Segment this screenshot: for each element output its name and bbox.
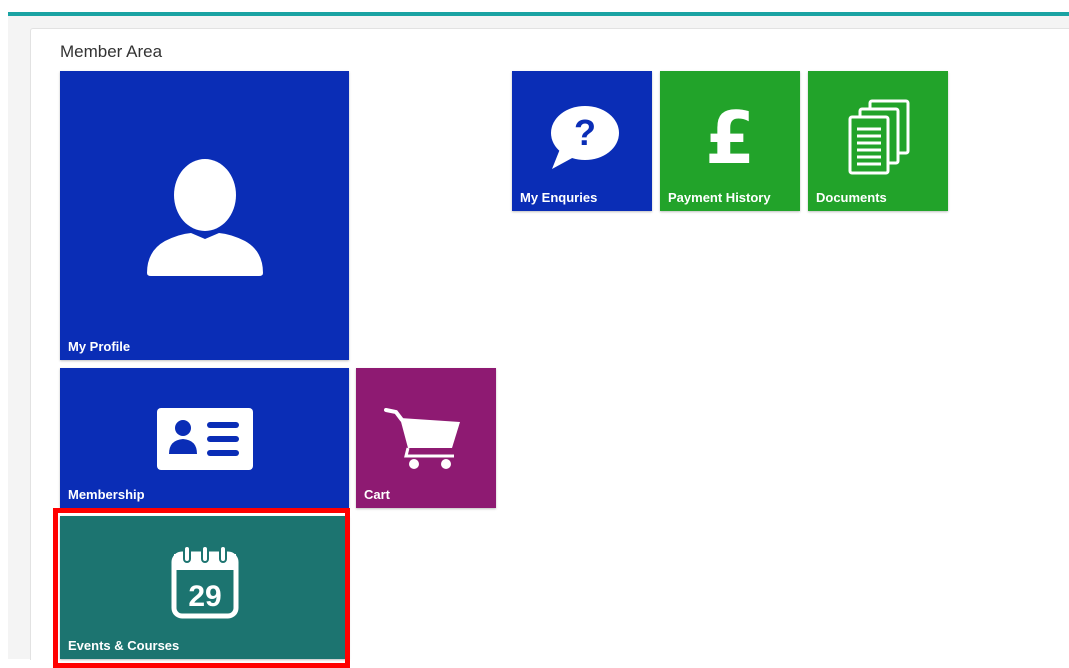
shopping-cart-icon xyxy=(384,406,464,470)
svg-text:?: ? xyxy=(574,112,596,153)
documents-icon xyxy=(846,99,912,175)
tile-label: Events & Courses xyxy=(68,638,180,653)
tile-cart[interactable]: Cart xyxy=(356,368,496,508)
tile-label: Membership xyxy=(68,487,145,502)
tile-label: Cart xyxy=(364,487,391,502)
tile-label: Payment History xyxy=(668,190,771,205)
tile-label: Documents xyxy=(816,190,887,205)
tile-membership[interactable]: Membership xyxy=(60,368,349,508)
tile-payment-history[interactable]: £ Payment History xyxy=(660,71,800,211)
tile-documents[interactable]: Documents xyxy=(808,71,948,211)
page-title: Member Area xyxy=(60,42,163,61)
tile-events-courses[interactable]: 29 Events & Courses xyxy=(60,516,349,659)
tile-label: My Profile xyxy=(68,339,131,354)
svg-text:£: £ xyxy=(705,99,755,171)
id-card-icon xyxy=(157,408,253,470)
tile-label: My Enquries xyxy=(520,190,598,205)
speech-bubble-question-icon: ? xyxy=(548,103,620,171)
calendar-day-number: 29 xyxy=(188,580,221,613)
user-icon xyxy=(145,155,265,277)
tile-my-profile[interactable]: My Profile xyxy=(60,71,349,360)
tile-my-enquiries[interactable]: ? My Enquries xyxy=(512,71,652,211)
calendar-icon: 29 xyxy=(170,544,240,620)
pound-sign-icon: £ xyxy=(705,99,755,171)
